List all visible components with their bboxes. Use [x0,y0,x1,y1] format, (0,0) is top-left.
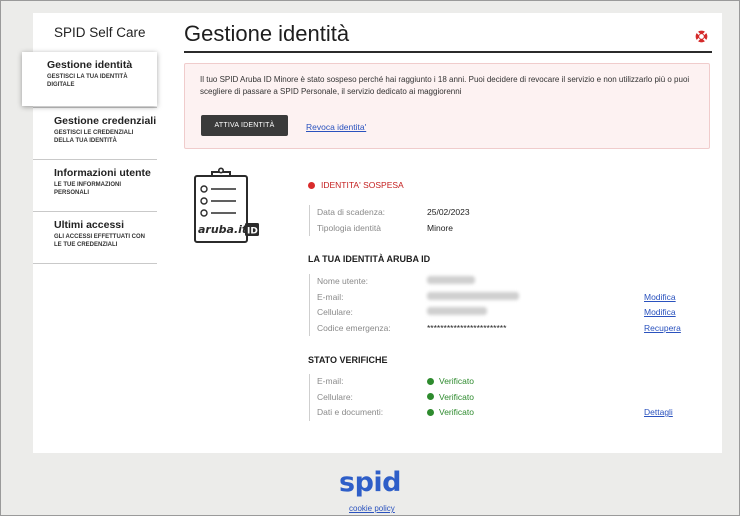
verification-status: Verificato [427,376,474,386]
detail-value: 25/02/2023 [427,207,470,217]
verified-dot-icon [427,393,434,400]
svg-text:ID: ID [247,227,258,237]
verification-label: Dati e documenti: [317,407,384,417]
verification-status: Verificato [427,392,474,402]
sidebar-item-ultimi-accessi[interactable]: Ultimi accessi GLI ACCESSI EFFETTUATI CO… [33,211,157,263]
identity-status: IDENTITA' SOSPESA [308,180,404,190]
verification-label: E-mail: [317,376,344,386]
field-label: E-mail: [317,291,344,302]
sidebar-item-title: Ultimi accessi [54,219,125,231]
verification-status-text: Verificato [439,376,474,386]
account-section-heading: LA TUA IDENTITÀ ARUBA ID [308,254,431,264]
identity-status-text: IDENTITA' SOSPESA [321,180,404,190]
field-label: Nome utente: [317,276,369,286]
recupera-code-link[interactable]: Recupera [644,323,681,333]
aruba-id-clipboard-icon: aruba.it ID [194,167,259,243]
sidebar-item-subtitle: GESTISCI LE CREDENZIALI DELLA TUA IDENTI… [54,130,134,144]
verifications-details: E-mail: Verificato Cellulare: Verificato… [309,374,673,421]
sidebar-divider [33,263,157,264]
verified-dot-icon [427,377,434,385]
spid-logo: spid [339,467,401,498]
title-divider [184,51,712,53]
attiva-identita-button[interactable]: ATTIVA IDENTITÀ [201,115,288,136]
field-label: Cellulare: [317,307,353,317]
emergency-code-value: ************************ [427,322,507,333]
verification-status-text: Verificato [439,391,474,402]
field-label: Codice emergenza: [317,322,391,333]
sidebar-item-informazioni-utente[interactable]: Informazioni utente LE TUE INFORMAZIONI … [33,159,157,211]
phone-value-redacted [427,307,487,317]
cookie-policy-link[interactable]: cookie policy [349,504,395,513]
identity-details: Data di scadenza: 25/02/2023 Tipologia i… [309,205,470,236]
sidebar-item-title: Gestione identità [47,59,133,71]
revoca-identita-link[interactable]: Revoca identita' [306,122,366,132]
detail-value: Minore [427,222,453,233]
sidebar-item-title: Gestione credenziali [54,115,157,127]
modifica-phone-link[interactable]: Modifica [644,307,676,317]
sidebar-item-subtitle: GESTISCI LA TUA IDENTITÀ DIGITALE [47,74,128,88]
modifica-email-link[interactable]: Modifica [644,292,676,302]
page-title: Gestione identità [184,21,350,46]
sidebar-item-gestione-identita[interactable]: Gestione identità GESTISCI LA TUA IDENTI… [22,52,157,106]
account-details: Nome utente: E-mail: Modifica Cellulare:… [309,274,681,336]
svg-text:aruba.it: aruba.it [198,223,248,236]
detail-label: Data di scadenza: [317,207,386,217]
dettagli-link[interactable]: Dettagli [644,407,673,417]
status-dot-icon [308,181,315,189]
alert-message: Il tuo SPID Aruba ID Minore è stato sosp… [200,75,690,96]
main-card: SPID Self Care Gestione identità GESTISC… [22,13,722,453]
sidebar-item-subtitle: GLI ACCESSI EFFETTUATI CON LE TUE CREDEN… [54,234,145,248]
verification-label: Cellulare: [317,391,353,402]
verifications-section-heading: STATO VERIFICHE [308,355,388,365]
app-title: SPID Self Care [54,25,146,40]
detail-label: Tipologia identità [317,222,381,233]
lifebuoy-icon[interactable] [695,30,708,43]
sidebar-item-subtitle: LE TUE INFORMAZIONI PERSONALI [54,182,121,196]
suspension-alert: Il tuo SPID Aruba ID Minore è stato sosp… [184,63,710,149]
username-value-redacted [427,276,475,286]
verification-status: Verificato [427,407,474,417]
sidebar-item-title: Informazioni utente [54,167,151,179]
verified-dot-icon [427,408,434,416]
verification-status-text: Verificato [439,407,474,417]
email-value-redacted [427,291,519,302]
sidebar-item-gestione-credenziali[interactable]: Gestione credenziali GESTISCI LE CREDENZ… [33,107,157,159]
